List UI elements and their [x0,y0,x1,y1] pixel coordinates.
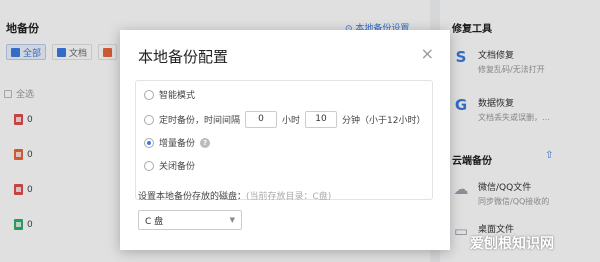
close-icon[interactable]: × [421,44,434,63]
disk-select[interactable]: C 盘 ▼ [138,210,242,230]
timed-backup-label: 定时备份，时间间隔 [159,116,241,126]
radio-disable-backup[interactable] [144,160,154,171]
option-disable-backup[interactable]: 关闭备份 [144,159,195,172]
minutes-input[interactable]: 10 [305,111,338,128]
minutes-unit: 分钟（小于12小时） [342,116,426,126]
option-incremental-backup[interactable]: 增量备份 ? [144,136,211,149]
disable-backup-label: 关闭备份 [159,162,196,172]
dialog-title: 本地备份配置 [138,48,229,66]
smart-mode-label: 智能模式 [159,91,196,101]
incremental-backup-label: 增量备份 [159,139,196,149]
hours-input[interactable]: 0 [245,111,278,128]
backup-mode-options: 智能模式 定时备份，时间间隔 0 小时 10 分钟（小于12小时） 增量备份 ?… [135,80,433,200]
radio-smart-mode[interactable] [144,89,154,100]
disk-hint: (当前存放目录：C盘) [246,192,332,202]
chevron-down-icon: ▼ [229,216,235,224]
watermark: 爱刨根知识网 [470,236,554,252]
radio-incremental-backup[interactable] [144,137,154,148]
help-icon[interactable]: ? [200,137,211,148]
option-smart-mode[interactable]: 智能模式 [144,88,195,101]
radio-timed-backup[interactable] [144,114,154,125]
local-backup-config-dialog: 本地备份配置 × 智能模式 定时备份，时间间隔 0 小时 10 分钟（小于12小… [120,30,450,250]
disk-setting-label: 设置本地备份存放的磁盘：(当前存放目录：C盘) [138,189,331,202]
hours-unit: 小时 [282,116,301,126]
disk-label-text: 设置本地备份存放的磁盘： [138,192,247,202]
disk-select-value: C 盘 [145,216,164,227]
option-timed-backup[interactable]: 定时备份，时间间隔 0 小时 10 分钟（小于12小时） [144,111,425,128]
